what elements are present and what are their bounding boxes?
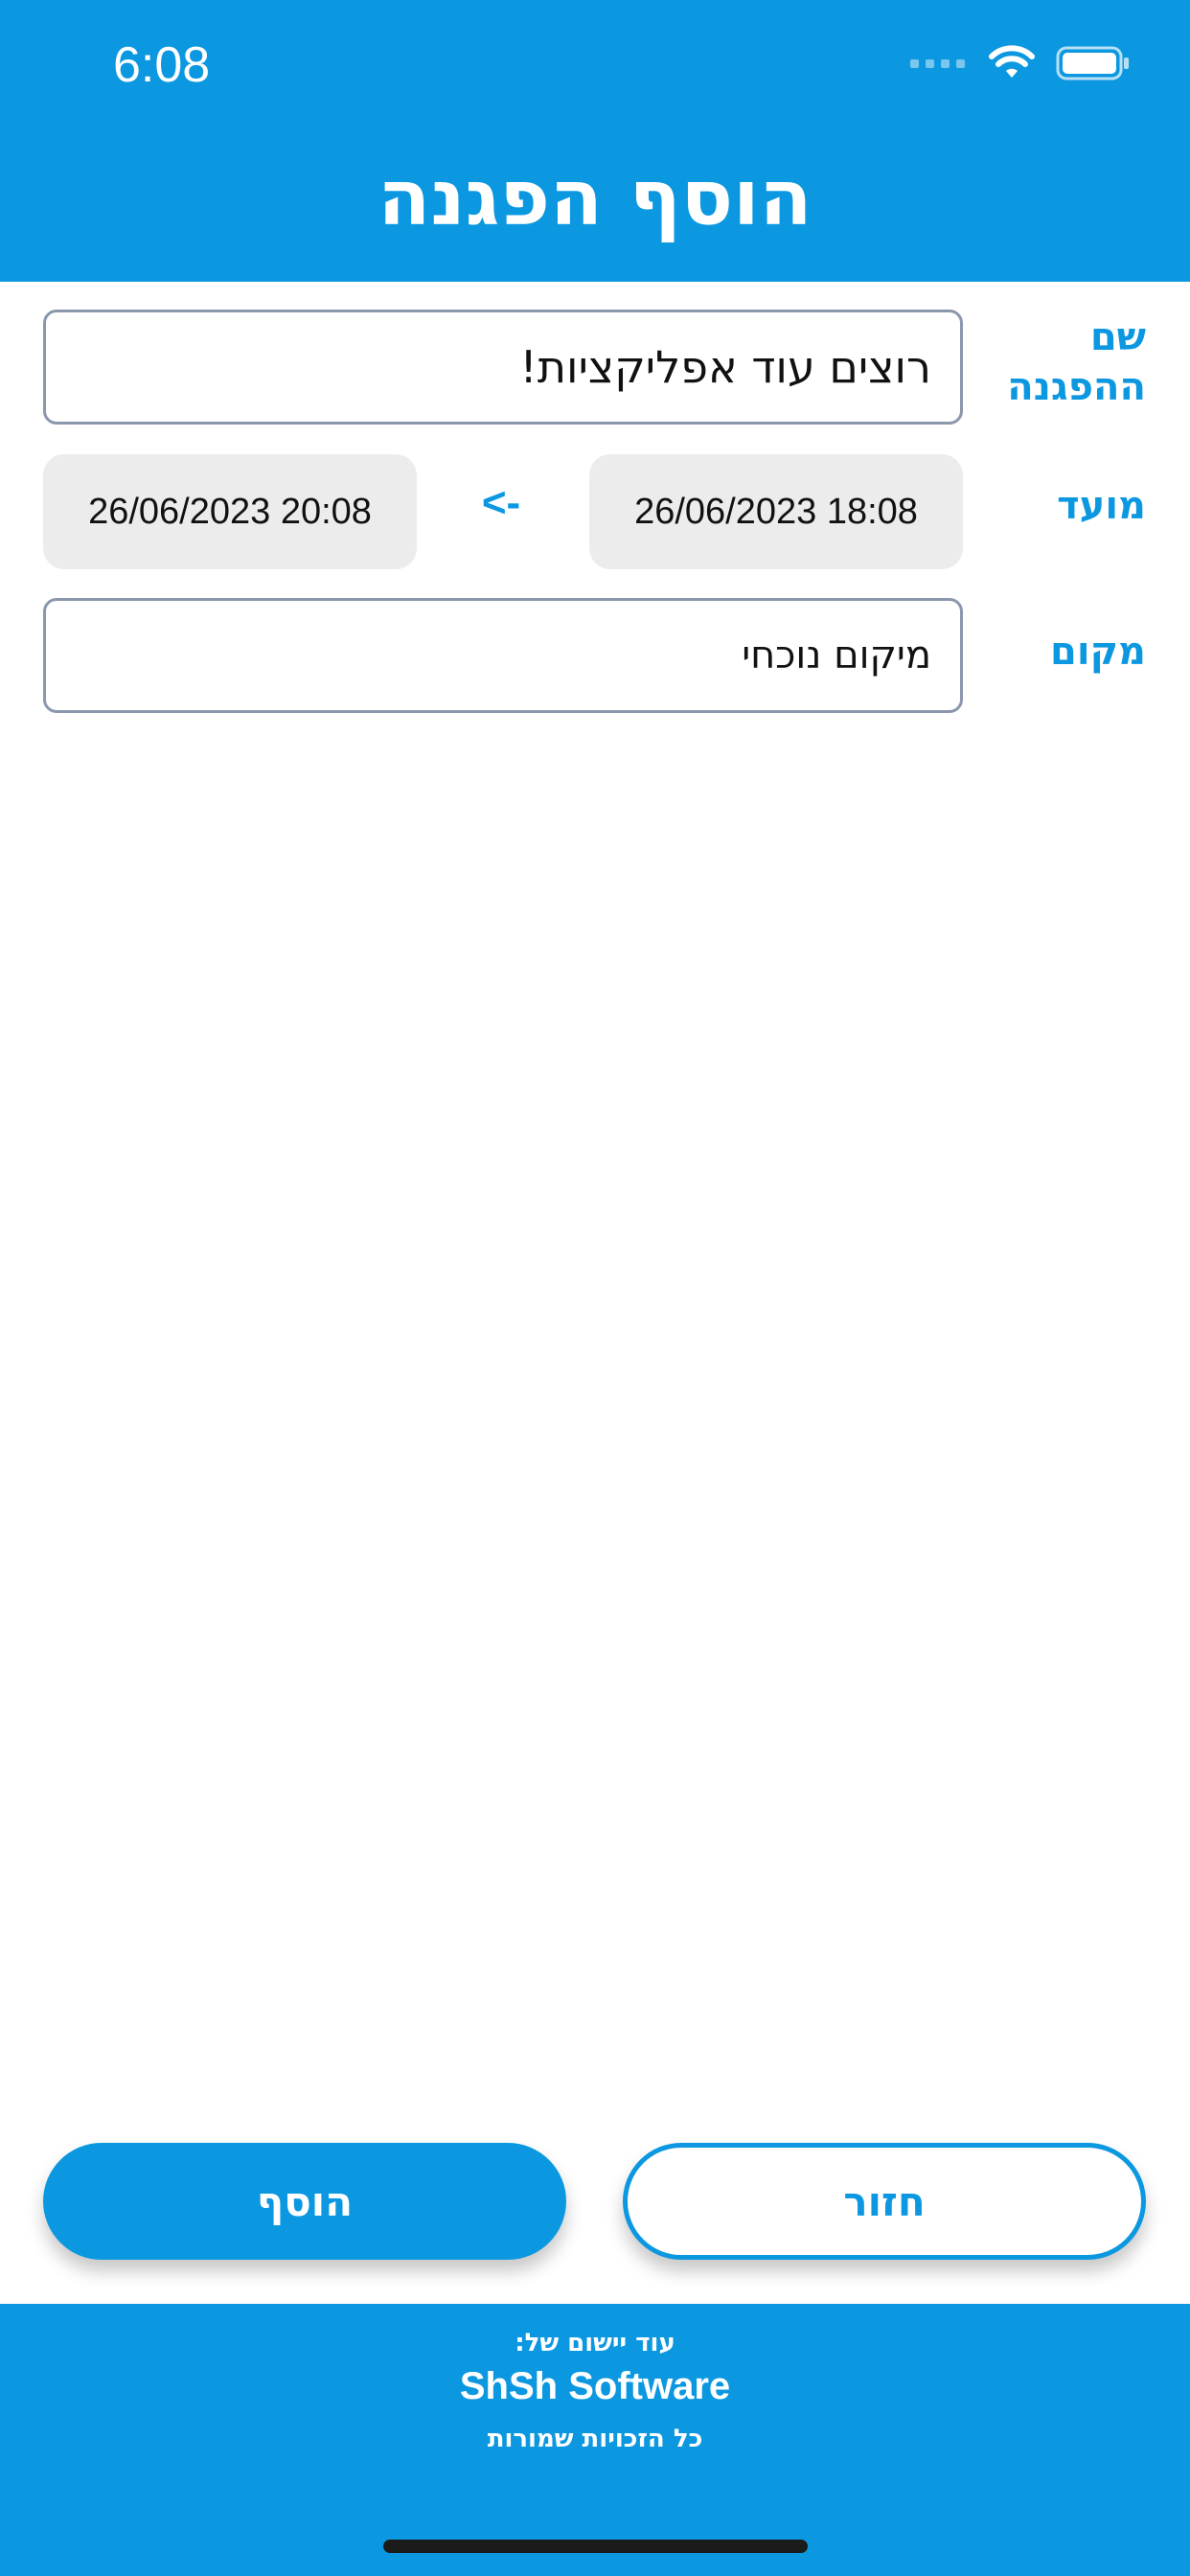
- name-field[interactable]: רוצים עוד אפליקציות!: [43, 310, 963, 425]
- page-title: הוסף הפגנה: [378, 153, 812, 242]
- battery-icon: [1056, 46, 1129, 80]
- date-range-arrow: <-: [481, 479, 521, 526]
- footer: עוד יישום של: ShSh Software כל הזכויות ש…: [0, 2304, 1190, 2576]
- back-button[interactable]: חזור: [623, 2143, 1146, 2260]
- location-field[interactable]: מיקום נוכחי: [43, 598, 963, 713]
- name-label: שם ההפגנה: [983, 312, 1146, 412]
- footer-company-name: ShSh Software: [459, 2365, 731, 2407]
- header-bar: 6:08 הוסף הפגנה: [0, 0, 1190, 282]
- back-button-label: חזור: [843, 2177, 926, 2225]
- add-button-label: הוסף: [256, 2177, 354, 2225]
- time-label: מועד: [1057, 481, 1146, 531]
- signal-dots-icon: [910, 59, 965, 68]
- footer-credit-line: עוד יישום של:: [515, 2329, 675, 2358]
- wifi-icon: [989, 45, 1035, 78]
- location-field-value: מיקום נוכחי: [742, 633, 931, 678]
- start-date-picker[interactable]: 26/06/2023 18:08: [589, 454, 963, 569]
- add-button[interactable]: הוסף: [43, 2143, 566, 2260]
- end-date-value: 26/06/2023 20:08: [88, 491, 372, 532]
- footer-copyright: כל הזכויות שמורות: [487, 2425, 703, 2453]
- name-field-value: רוצים עוד אפליקציות!: [519, 341, 931, 393]
- home-indicator[interactable]: [383, 2540, 808, 2553]
- end-date-picker[interactable]: 26/06/2023 20:08: [43, 454, 417, 569]
- start-date-value: 26/06/2023 18:08: [634, 491, 918, 532]
- time-label-text: מועד: [1057, 484, 1146, 528]
- location-label-text: מקום: [1050, 630, 1146, 674]
- status-time: 6:08: [113, 37, 211, 93]
- name-label-text: שם ההפגנה: [1007, 315, 1146, 409]
- status-icons: [910, 42, 1131, 84]
- location-label: מקום: [1050, 627, 1146, 677]
